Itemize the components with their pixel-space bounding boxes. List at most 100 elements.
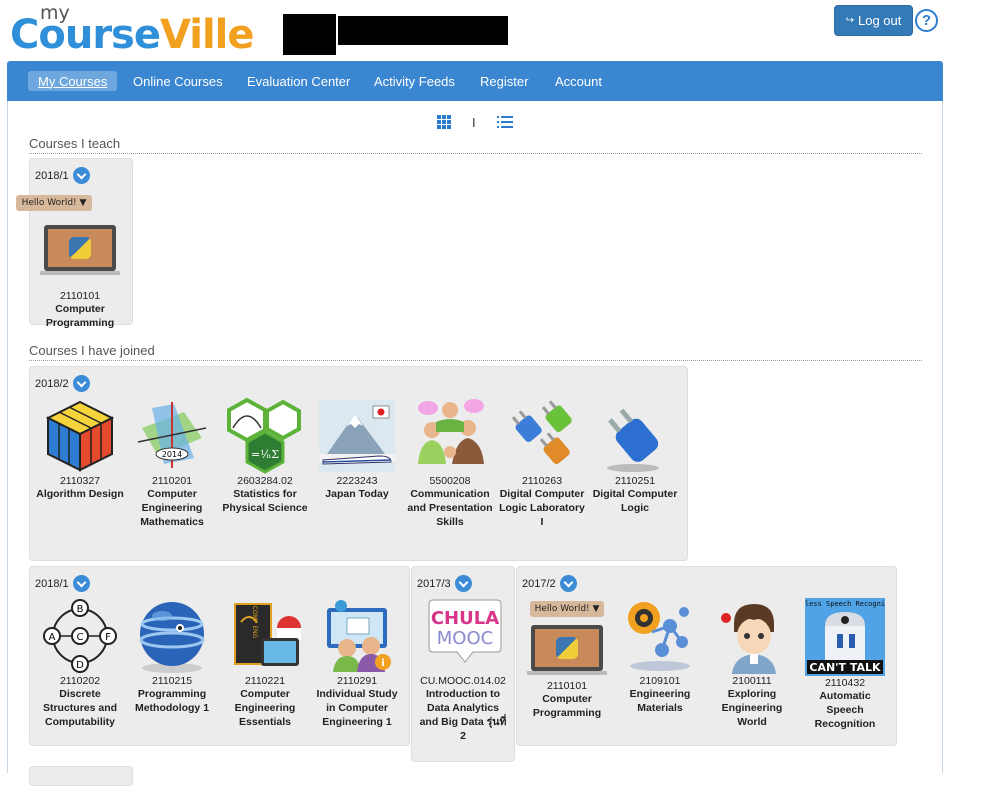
course-group-partial xyxy=(29,766,133,786)
course-card[interactable]: 2110327 Algorithm Design xyxy=(35,398,125,501)
help-icon[interactable]: ? xyxy=(915,9,938,32)
chevron-down-icon[interactable] xyxy=(454,575,472,592)
term-label: 2018/1 xyxy=(35,169,69,182)
course-thumbnail-plugs-connectors[interactable] xyxy=(504,398,580,474)
course-name[interactable]: Programming Methodology 1 xyxy=(127,687,217,715)
section-title-joined: Courses I have joined xyxy=(29,343,922,361)
svg-text:F: F xyxy=(105,632,111,643)
term-header: 2017/3 xyxy=(417,575,472,592)
course-card[interactable]: 2110263 Digital Computer Logic Laborator… xyxy=(497,398,587,529)
course-name[interactable]: Computer Programming xyxy=(35,302,125,330)
course-card[interactable]: B A C F D 2110202 Discrete Structures an… xyxy=(35,598,125,729)
svg-text:A: A xyxy=(49,632,56,643)
course-thumbnail-molecule-materials[interactable] xyxy=(622,598,698,674)
logout-label: Log out xyxy=(858,13,902,28)
nav-activity-feeds[interactable]: Activity Feeds xyxy=(364,71,465,91)
course-name[interactable]: Communication and Presentation Skills xyxy=(405,487,495,529)
course-name[interactable]: Introduction to Data Analytics and Big D… xyxy=(418,687,508,743)
course-card[interactable]: Hello World! ▼ 2110101 Computer Programm… xyxy=(522,601,612,720)
course-thumbnail-statistics-hexagons[interactable]: =¹⁄ₙΣ xyxy=(227,397,303,474)
svg-text:i: i xyxy=(381,658,384,669)
term-header: 2018/1 xyxy=(35,575,90,592)
hello-world-badge[interactable]: Hello World! ▼ xyxy=(530,601,604,617)
course-code: 2603284.02 xyxy=(237,475,293,487)
course-thumbnail-blue-plug[interactable] xyxy=(597,398,673,474)
term-header: 2018/1 xyxy=(35,167,90,184)
course-thumbnail-blue-sphere[interactable] xyxy=(134,598,210,674)
view-separator: I xyxy=(472,115,476,130)
term-label: 2018/2 xyxy=(35,377,69,390)
chevron-down-icon[interactable] xyxy=(72,575,90,592)
course-name[interactable]: Discrete Structures and Computability xyxy=(35,687,125,729)
course-thumbnail-r2d2-cant-talk[interactable]: Flawless Speech Recognition CAN'T TALK xyxy=(788,598,902,676)
course-name[interactable]: Computer Engineering Mathematics xyxy=(127,487,217,529)
course-card[interactable]: CHULA MOOC CU.MOOC.014.02 Introduction t… xyxy=(418,598,508,743)
svg-text:D: D xyxy=(76,660,84,671)
course-card[interactable]: i 2110291 Individual Study in Computer E… xyxy=(312,598,402,729)
course-name[interactable]: Digital Computer Logic Laboratory I xyxy=(497,487,587,529)
redacted-username xyxy=(338,16,508,45)
nav-online-courses[interactable]: Online Courses xyxy=(123,71,233,91)
course-thumbnail-state-diagram[interactable]: B A C F D xyxy=(42,598,118,674)
course-card[interactable]: 5500208 Communication and Presentation S… xyxy=(405,398,495,529)
course-thumbnail-python-laptop[interactable] xyxy=(40,213,120,289)
chevron-down-icon[interactable] xyxy=(72,167,90,184)
term-header: 2017/2 xyxy=(522,575,577,592)
nav-account[interactable]: Account xyxy=(545,71,612,91)
course-thumbnail-people-talking[interactable] xyxy=(412,398,488,474)
course-code: 2110327 xyxy=(59,475,101,487)
grid-view-icon[interactable] xyxy=(437,115,453,129)
course-thumbnail-rubiks-cube[interactable] xyxy=(42,398,118,474)
term-label: 2018/1 xyxy=(35,577,69,590)
nav-evaluation-center[interactable]: Evaluation Center xyxy=(237,71,360,91)
course-name[interactable]: Computer Programming xyxy=(522,692,612,720)
course-thumbnail-individual-study[interactable]: i xyxy=(319,598,395,674)
coursevill-logo[interactable]: my CourseVille xyxy=(10,2,280,60)
chevron-down-icon[interactable] xyxy=(72,375,90,392)
course-card[interactable]: 2110101 Computer Programming xyxy=(35,213,125,330)
svg-text:CAN'T TALK: CAN'T TALK xyxy=(809,661,881,674)
course-name[interactable]: Statistics for Physical Science xyxy=(220,487,310,515)
logout-button[interactable]: ↪ Log out xyxy=(834,5,913,36)
course-code: 2110263 xyxy=(521,475,563,487)
course-card[interactable]: 2110215 Programming Methodology 1 xyxy=(127,598,217,715)
course-card[interactable]: 2110251 Digital Computer Logic xyxy=(590,398,680,515)
nav-my-courses[interactable]: My Courses xyxy=(28,71,118,91)
course-name[interactable]: Individual Study in Computer Engineering… xyxy=(312,687,402,729)
course-name[interactable]: Algorithm Design xyxy=(35,487,125,501)
hello-world-badge[interactable]: Hello World! ▼ xyxy=(16,195,92,211)
term-header: 2018/2 xyxy=(35,375,90,392)
course-code: 2110432 xyxy=(824,677,866,689)
course-name[interactable]: Engineering Materials xyxy=(615,687,705,715)
svg-text:C: C xyxy=(77,632,84,643)
course-thumbnail-chula-mooc[interactable]: CHULA MOOC xyxy=(425,598,502,674)
course-card[interactable]: 2223243 Japan Today xyxy=(312,398,402,501)
term-label: 2017/3 xyxy=(417,577,451,590)
svg-text:MOOC: MOOC xyxy=(437,628,493,649)
course-card[interactable]: Flawless Speech Recognition CAN'T TALK 2… xyxy=(788,598,902,731)
svg-text:=¹⁄ₙΣ: =¹⁄ₙΣ xyxy=(251,448,279,461)
course-thumbnail-japan-mount-fuji[interactable] xyxy=(319,398,395,474)
course-card[interactable]: COMP ENG 2110221 Computer Engineering Es… xyxy=(220,598,310,729)
grid-view-toggle[interactable] xyxy=(437,115,453,129)
course-name[interactable]: Computer Engineering Essentials xyxy=(220,687,310,729)
course-name[interactable]: Automatic Speech Recognition xyxy=(800,689,890,731)
course-thumbnail-python-laptop[interactable] xyxy=(527,621,607,679)
section-title-teach: Courses I teach xyxy=(29,136,922,154)
course-name[interactable]: Japan Today xyxy=(312,487,402,501)
python-logo-icon xyxy=(556,637,578,659)
course-name[interactable]: Digital Computer Logic xyxy=(590,487,680,515)
course-thumbnail-3d-axes[interactable]: 2014 xyxy=(134,398,210,474)
course-card[interactable]: 2109101 Engineering Materials xyxy=(615,598,705,715)
nav-register[interactable]: Register xyxy=(470,71,538,91)
course-code: 2100111 xyxy=(732,675,772,687)
course-card[interactable]: 2014 2110201 Computer Engineering Mathem… xyxy=(127,398,217,529)
chevron-down-icon[interactable] xyxy=(559,575,577,592)
course-thumbnail-book-tablet[interactable]: COMP ENG xyxy=(227,598,303,674)
course-thumbnail-anime-boy[interactable] xyxy=(714,598,790,674)
course-card[interactable]: =¹⁄ₙΣ 2603284.02 Statistics for Physical… xyxy=(220,397,310,515)
course-card[interactable]: 2100111 Exploring Engineering World xyxy=(707,598,797,729)
course-code: CU.MOOC.014.02 xyxy=(420,675,506,687)
list-view-icon[interactable] xyxy=(497,116,513,129)
course-name[interactable]: Exploring Engineering World xyxy=(707,687,797,729)
